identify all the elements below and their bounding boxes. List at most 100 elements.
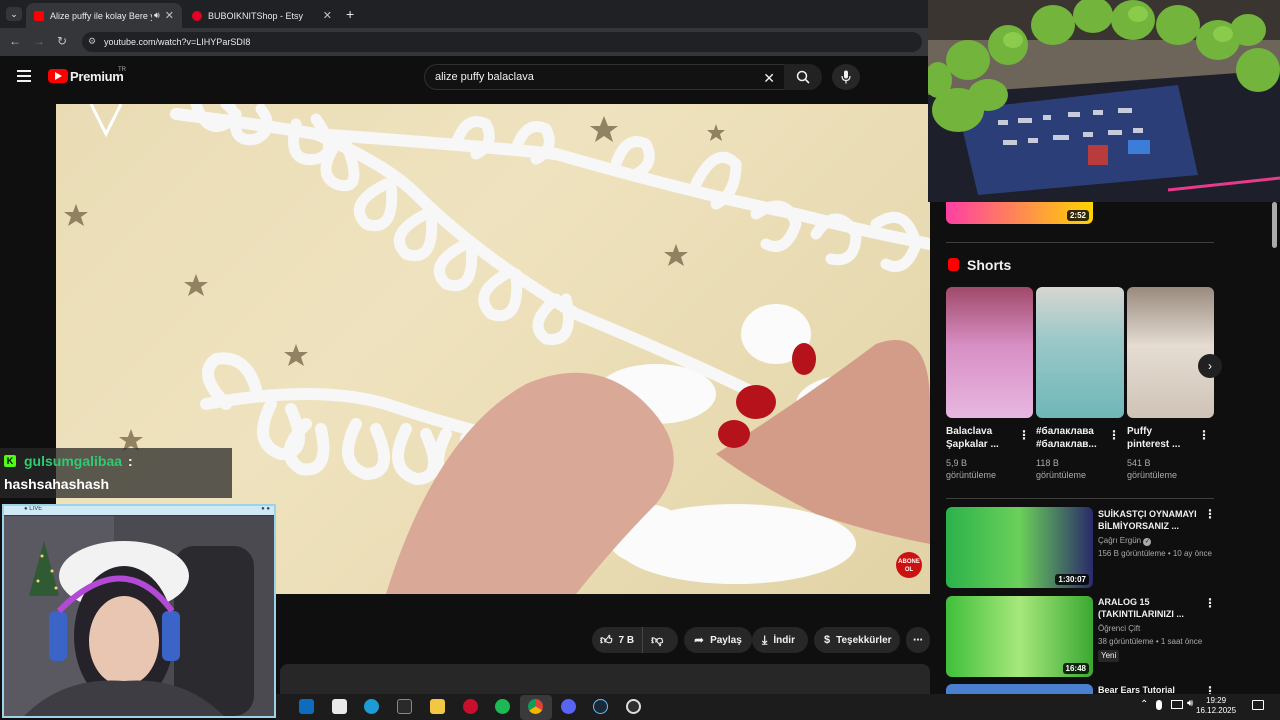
video-thumbnail[interactable]: 16:48: [946, 596, 1093, 677]
live-label: ● LIVE: [24, 506, 43, 512]
description-panel[interactable]: [280, 664, 930, 694]
dislike-button[interactable]: 👎︎: [643, 633, 671, 648]
tab-close-icon[interactable]: ✕: [165, 9, 174, 22]
verified-icon: ✓: [1143, 538, 1152, 546]
short-thumbnail[interactable]: [1127, 287, 1214, 418]
clear-search-icon[interactable]: ✕: [763, 70, 775, 87]
back-icon[interactable]: ←: [9, 34, 21, 48]
new-tab-button[interactable]: +: [346, 6, 354, 22]
desk-camera-overlay: [928, 0, 1280, 202]
site-info-icon[interactable]: ⚙︎: [88, 36, 96, 47]
more-actions-button[interactable]: ⋯: [906, 627, 930, 653]
download-button[interactable]: ⤓ İndir: [752, 627, 808, 653]
short-title[interactable]: #балаклава #балаклав...: [1036, 425, 1106, 451]
voice-search-button[interactable]: [832, 64, 860, 90]
video-meta: 156 B görüntüleme • 10 ay önce: [1098, 549, 1212, 558]
channel-name: Çağrı Ergün: [1098, 536, 1142, 545]
youtube-logo-badge: TR: [118, 67, 126, 73]
chat-username: gulsumgalibaa: [24, 453, 123, 469]
search-button[interactable]: [784, 64, 822, 90]
more-options-icon[interactable]: ⋮: [1204, 596, 1216, 610]
thanks-label: Teşekkürler: [836, 634, 892, 646]
discord-icon[interactable]: [561, 699, 576, 714]
shorts-next-button[interactable]: ›: [1198, 354, 1222, 378]
address-url: youtube.com/watch?v=LIHYParSDI8: [104, 37, 251, 47]
search-input[interactable]: alize puffy balaclava ✕: [424, 64, 786, 90]
video-channel[interactable]: Çağrı Ergün ✓: [1098, 535, 1152, 547]
microphone-tray-icon[interactable]: [1156, 700, 1162, 710]
channel-name[interactable]: Öğrenci Çift: [1098, 623, 1140, 635]
tab-close-icon[interactable]: ✕: [323, 9, 332, 22]
subscribe-overlay-label: ABONE OL: [898, 559, 920, 573]
short-views: 118 B görüntüleme: [1036, 457, 1086, 481]
thumbs-up-icon: 👍︎: [600, 632, 613, 647]
tab-etsy[interactable]: BUBOIKNITShop - Etsy ✕: [184, 3, 340, 28]
spotify-icon[interactable]: [495, 699, 510, 714]
short-thumbnail[interactable]: [946, 287, 1033, 418]
system-clock[interactable]: 19:29 16.12.2025: [1196, 696, 1236, 716]
more-options-icon[interactable]: ⋮: [1108, 428, 1120, 442]
video-title[interactable]: SUİKASTÇI OYNAMAYI BİLMİYORSANIZ ...: [1098, 508, 1208, 532]
short-view-count: 118 B: [1036, 458, 1059, 468]
more-options-icon[interactable]: ⋮: [1204, 507, 1216, 521]
short-view-count: 5,9 B: [946, 458, 968, 468]
short-title[interactable]: Balaclava Şapkalar ...: [946, 425, 1016, 451]
video-thumbnail[interactable]: 1:30:07: [946, 507, 1093, 588]
short-title-line: pinterest ...: [1127, 439, 1181, 450]
address-bar[interactable]: ⚙︎ youtube.com/watch?v=LIHYParSDI8: [82, 32, 922, 52]
recommendations-column: 2:52 Shorts › Balaclava Şapkalar ... ⋮ 5…: [930, 200, 1280, 720]
top-video-thumbnail[interactable]: 2:52: [946, 200, 1093, 224]
short-view-label: görüntüleme: [946, 470, 997, 480]
network-icon[interactable]: [1171, 700, 1183, 709]
video-duration: 1:30:07: [1055, 574, 1089, 585]
steam-icon[interactable]: [593, 699, 608, 714]
notifications-icon[interactable]: [1252, 700, 1264, 710]
tab-list-dropdown[interactable]: ⌄: [6, 7, 22, 21]
short-view-count: 541 B: [1127, 458, 1151, 468]
section-divider: [946, 498, 1214, 499]
obs-icon[interactable]: [626, 699, 641, 714]
video-title-line: ARALOG 15: [1098, 597, 1150, 607]
video-title-line: BİLMİYORSANIZ ...: [1098, 521, 1179, 531]
video-duration: 2:52: [1066, 210, 1089, 221]
youtube-logo-text[interactable]: Premium: [70, 69, 124, 84]
more-options-icon[interactable]: ⋮: [1198, 428, 1210, 442]
video-meta: 38 görüntüleme • 1 saat önce: [1098, 637, 1203, 646]
volume-icon[interactable]: 🔊︎: [1187, 698, 1193, 709]
section-divider: [946, 242, 1214, 243]
file-explorer-icon[interactable]: [430, 699, 445, 714]
short-view-label: görüntüleme: [1036, 470, 1087, 480]
video-duration: 16:48: [1062, 663, 1089, 674]
short-thumbnail[interactable]: [1036, 287, 1124, 418]
short-title-line: #балаклав...: [1036, 439, 1097, 450]
share-button[interactable]: ➦ Paylaş: [684, 627, 752, 653]
opera-icon[interactable]: [463, 699, 478, 714]
more-options-icon[interactable]: ⋮: [1018, 428, 1030, 442]
youtube-logo-icon[interactable]: [48, 69, 68, 83]
desk-camera-illustration: [928, 0, 1280, 202]
outlook-icon[interactable]: [299, 699, 314, 714]
speaker-icon: 🔊︎: [154, 10, 160, 20]
tab-youtube[interactable]: Alize puffy ile kolay Bere y 🔊︎ ✕: [26, 3, 182, 28]
scrollbar-thumb[interactable]: [1272, 202, 1277, 248]
like-dislike-group: 👍︎ 7 B 👎︎: [592, 627, 678, 653]
subscribe-overlay-button[interactable]: ABONE OL: [896, 552, 922, 578]
like-button[interactable]: 👍︎ 7 B: [592, 627, 644, 653]
epic-games-icon[interactable]: [397, 699, 412, 714]
short-title[interactable]: Puffy pinterest ...: [1127, 425, 1197, 451]
menu-icon[interactable]: [17, 70, 31, 82]
chrome-icon[interactable]: [528, 699, 543, 714]
reload-icon[interactable]: ↻: [57, 34, 67, 48]
video-title[interactable]: ARALOG 15 (TAKINTILARINIZI ...: [1098, 596, 1208, 620]
short-views: 5,9 B görüntüleme: [946, 457, 996, 481]
thanks-button[interactable]: $ Teşekkürler: [814, 627, 900, 653]
streamer-webcam-overlay: ● LIVE ● ●: [2, 504, 276, 718]
tray-chevron-icon[interactable]: ⌃: [1140, 699, 1148, 710]
edge-icon[interactable]: [364, 699, 379, 714]
streamer-illustration: [4, 516, 274, 716]
video-title-line: (TAKINTILARINIZI ...: [1098, 609, 1184, 619]
forward-icon[interactable]: →: [33, 34, 45, 48]
store-icon[interactable]: [332, 699, 347, 714]
download-label: İndir: [773, 634, 795, 646]
search-icon: [796, 70, 810, 84]
